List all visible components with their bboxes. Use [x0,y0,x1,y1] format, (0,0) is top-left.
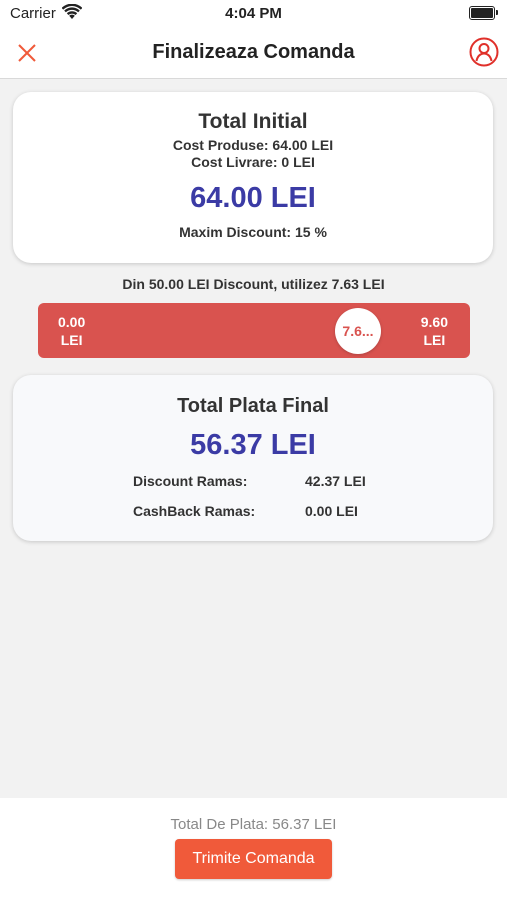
initial-total-card: Total Initial Cost Produse: 64.00 LEI Co… [13,92,493,263]
max-discount-text: Maxim Discount: 15 % [179,224,327,240]
slider-min-value: 0.00 [58,314,86,330]
initial-total-heading: Total Initial [198,110,308,133]
final-total-heading: Total Plata Final [177,395,329,417]
footer-bar: Total De Plata: 56.37 LEI Trimite Comand… [0,798,507,900]
cashback-remaining-label: CashBack Ramas: [133,503,256,519]
slider-max-value: 9.60 [420,314,448,330]
delivery-cost-text: Cost Livrare: 0 LEI [191,154,315,170]
slider-min-unit: LEI [60,332,83,348]
page-title: Finalizeaza Comanda [152,41,355,63]
slider-max-label: 9.60 LEI [421,313,448,349]
final-total-amount: 56.37 LEI [190,429,316,461]
status-bar: Carrier 4:04 PM [0,0,507,28]
battery-icon [469,6,498,20]
discount-remaining-value: 42.37 LEI [305,473,366,489]
status-time: 4:04 PM [225,5,282,22]
slider-max-unit: LEI [423,332,446,348]
slider-min-label: 0.00 LEI [58,313,85,349]
submit-order-button[interactable]: Trimite Comanda [175,839,332,879]
total-to-pay-text: Total De Plata: 56.37 LEI [170,816,337,833]
initial-total-amount: 64.00 LEI [190,182,316,214]
final-payment-card: Total Plata Final 56.37 LEI Discount Ram… [13,375,493,541]
user-profile-icon[interactable] [469,37,499,67]
discount-slider[interactable]: 0.00 LEI 7.6... 9.60 LEI [38,303,470,358]
navigation-bar: Finalizeaza Comanda [0,28,507,79]
cashback-remaining-value: 0.00 LEI [305,503,358,519]
discount-remaining-label: Discount Ramas: [133,473,248,489]
slider-thumb[interactable]: 7.6... [335,308,381,354]
discount-usage-text: Din 50.00 LEI Discount, utilizez 7.63 LE… [122,276,385,292]
product-cost-text: Cost Produse: 64.00 LEI [172,137,334,153]
